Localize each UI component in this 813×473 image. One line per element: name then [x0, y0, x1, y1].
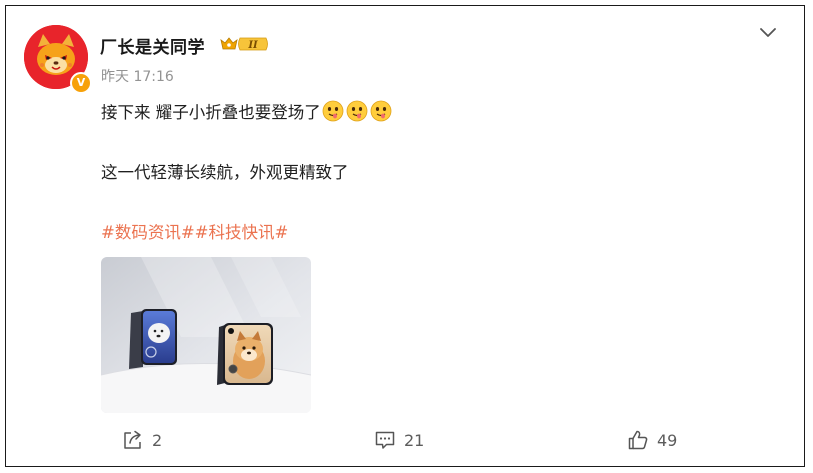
chevron-down-icon[interactable]	[758, 23, 778, 47]
comment-button[interactable]: 21	[374, 429, 424, 451]
drool-emoji-icon	[370, 100, 392, 122]
avatar[interactable]: V	[24, 25, 92, 94]
verified-badge: V	[70, 72, 92, 94]
foldable-phones-photo	[101, 257, 311, 413]
comment-icon	[375, 431, 395, 449]
drool-emoji-icon	[346, 100, 368, 122]
share-count: 2	[152, 430, 163, 450]
thumbs-up-icon	[628, 430, 648, 450]
post-text-line2: 这一代轻薄长续航，外观更精致了	[101, 163, 349, 182]
like-count: 49	[657, 430, 678, 450]
drool-emoji-icon	[322, 100, 344, 122]
comment-count: 21	[404, 430, 425, 450]
post-text-line1-content: 接下来 耀子小折叠也要登场了	[101, 103, 321, 122]
post-text-line1: 接下来 耀子小折叠也要登场了	[101, 99, 392, 123]
like-button[interactable]: 49	[627, 429, 677, 451]
vip-level-label: II	[247, 40, 258, 51]
post-timestamp[interactable]: 昨天 17:16	[101, 66, 174, 86]
emoji-group	[322, 100, 392, 122]
topic-tag-digital-news[interactable]: #数码资讯#	[101, 223, 195, 242]
weibo-post-card: V 厂长是关同学 II 昨天 17:16 接下来 耀子小折叠也要登场了 这一代轻…	[5, 5, 805, 467]
topic-tags: #数码资讯##科技快讯#	[101, 219, 288, 243]
share-button[interactable]: 2	[122, 429, 162, 451]
share-icon	[124, 430, 141, 449]
user-name[interactable]: 厂长是关同学	[100, 33, 205, 58]
topic-tag-tech-news[interactable]: #科技快讯#	[195, 223, 289, 242]
vip-crown-icon[interactable]: II	[220, 36, 270, 56]
post-image[interactable]	[101, 257, 311, 413]
